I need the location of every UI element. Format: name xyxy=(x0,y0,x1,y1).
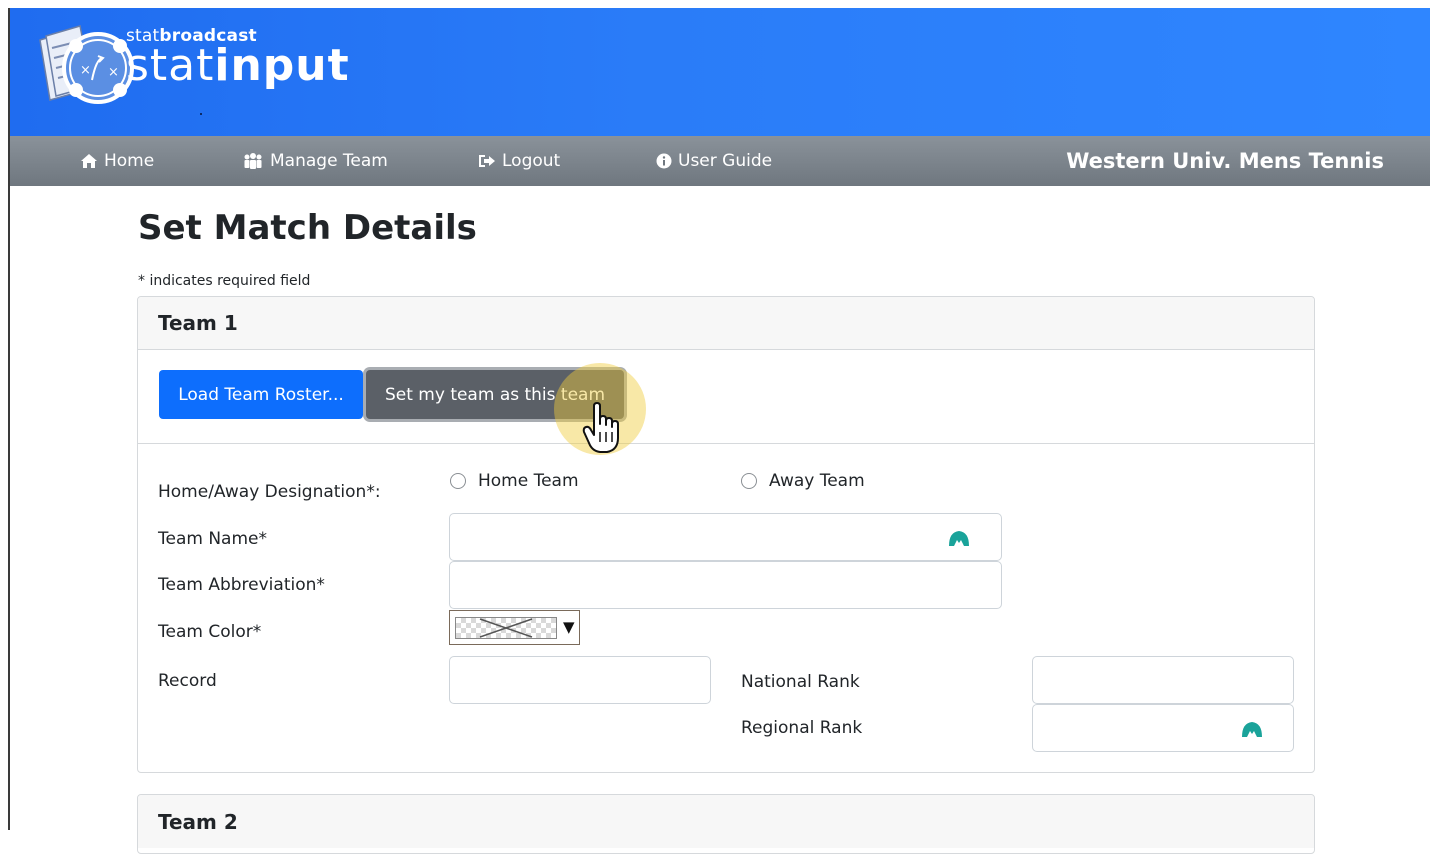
header-banner: × × statbroadcast statinput xyxy=(10,8,1430,136)
nav-logout[interactable]: Logout xyxy=(478,136,560,186)
banner-dot xyxy=(200,113,202,115)
record-input[interactable] xyxy=(449,656,711,704)
team-abbreviation-label: Team Abbreviation* xyxy=(158,575,325,595)
svg-text:×: × xyxy=(108,65,119,80)
away-team-radio-label: Away Team xyxy=(769,471,865,491)
nav-user-guide-label: User Guide xyxy=(678,151,773,171)
record-label: Record xyxy=(158,671,217,691)
autofill-icon xyxy=(949,531,969,546)
team-color-picker[interactable]: ▼ xyxy=(449,610,580,645)
home-team-radio-circle[interactable] xyxy=(450,473,466,489)
home-team-radio[interactable]: Home Team xyxy=(450,471,579,491)
team-color-label: Team Color* xyxy=(158,622,262,642)
team2-header: Team 2 xyxy=(138,795,1314,848)
hand-cursor-icon xyxy=(582,402,619,453)
current-team-name: Western Univ. Mens Tennis xyxy=(1066,149,1384,173)
main-navbar: Home Manage Team Logout User Guide Weste… xyxy=(10,136,1430,186)
team-abbreviation-input[interactable] xyxy=(449,561,1002,609)
home-team-radio-label: Home Team xyxy=(478,471,579,491)
info-icon xyxy=(656,153,672,169)
brand-title: statinput xyxy=(126,40,350,91)
national-rank-input[interactable] xyxy=(1032,656,1294,704)
nav-home-label: Home xyxy=(104,151,155,171)
team1-actions: Load Team Roster... Set my team as this … xyxy=(138,350,1314,444)
team-name-label: Team Name* xyxy=(158,529,267,549)
home-away-label: Home/Away Designation*: xyxy=(158,482,381,502)
users-icon xyxy=(244,153,262,169)
no-color-x-icon xyxy=(479,618,533,638)
away-team-radio[interactable]: Away Team xyxy=(741,471,865,491)
nav-manage-team[interactable]: Manage Team xyxy=(242,136,388,186)
away-team-radio-circle[interactable] xyxy=(741,473,757,489)
home-icon xyxy=(81,154,97,168)
svg-text:×: × xyxy=(80,63,91,78)
autofill-icon xyxy=(1242,722,1262,737)
nav-user-guide[interactable]: User Guide xyxy=(656,136,772,186)
national-rank-label: National Rank xyxy=(741,672,860,692)
team1-header: Team 1 xyxy=(138,297,1314,350)
page-title: Set Match Details xyxy=(138,208,477,248)
required-field-note: * indicates required field xyxy=(138,273,311,289)
load-team-roster-button[interactable]: Load Team Roster... xyxy=(159,370,363,419)
logout-icon xyxy=(479,155,495,167)
nav-logout-label: Logout xyxy=(502,151,561,171)
dropdown-caret-icon: ▼ xyxy=(563,618,575,636)
team2-card: Team 2 xyxy=(137,794,1315,854)
team-name-input[interactable] xyxy=(449,513,1002,561)
nav-home[interactable]: Home xyxy=(80,136,154,186)
regional-rank-label: Regional Rank xyxy=(741,718,863,738)
nav-manage-team-label: Manage Team xyxy=(270,151,388,171)
